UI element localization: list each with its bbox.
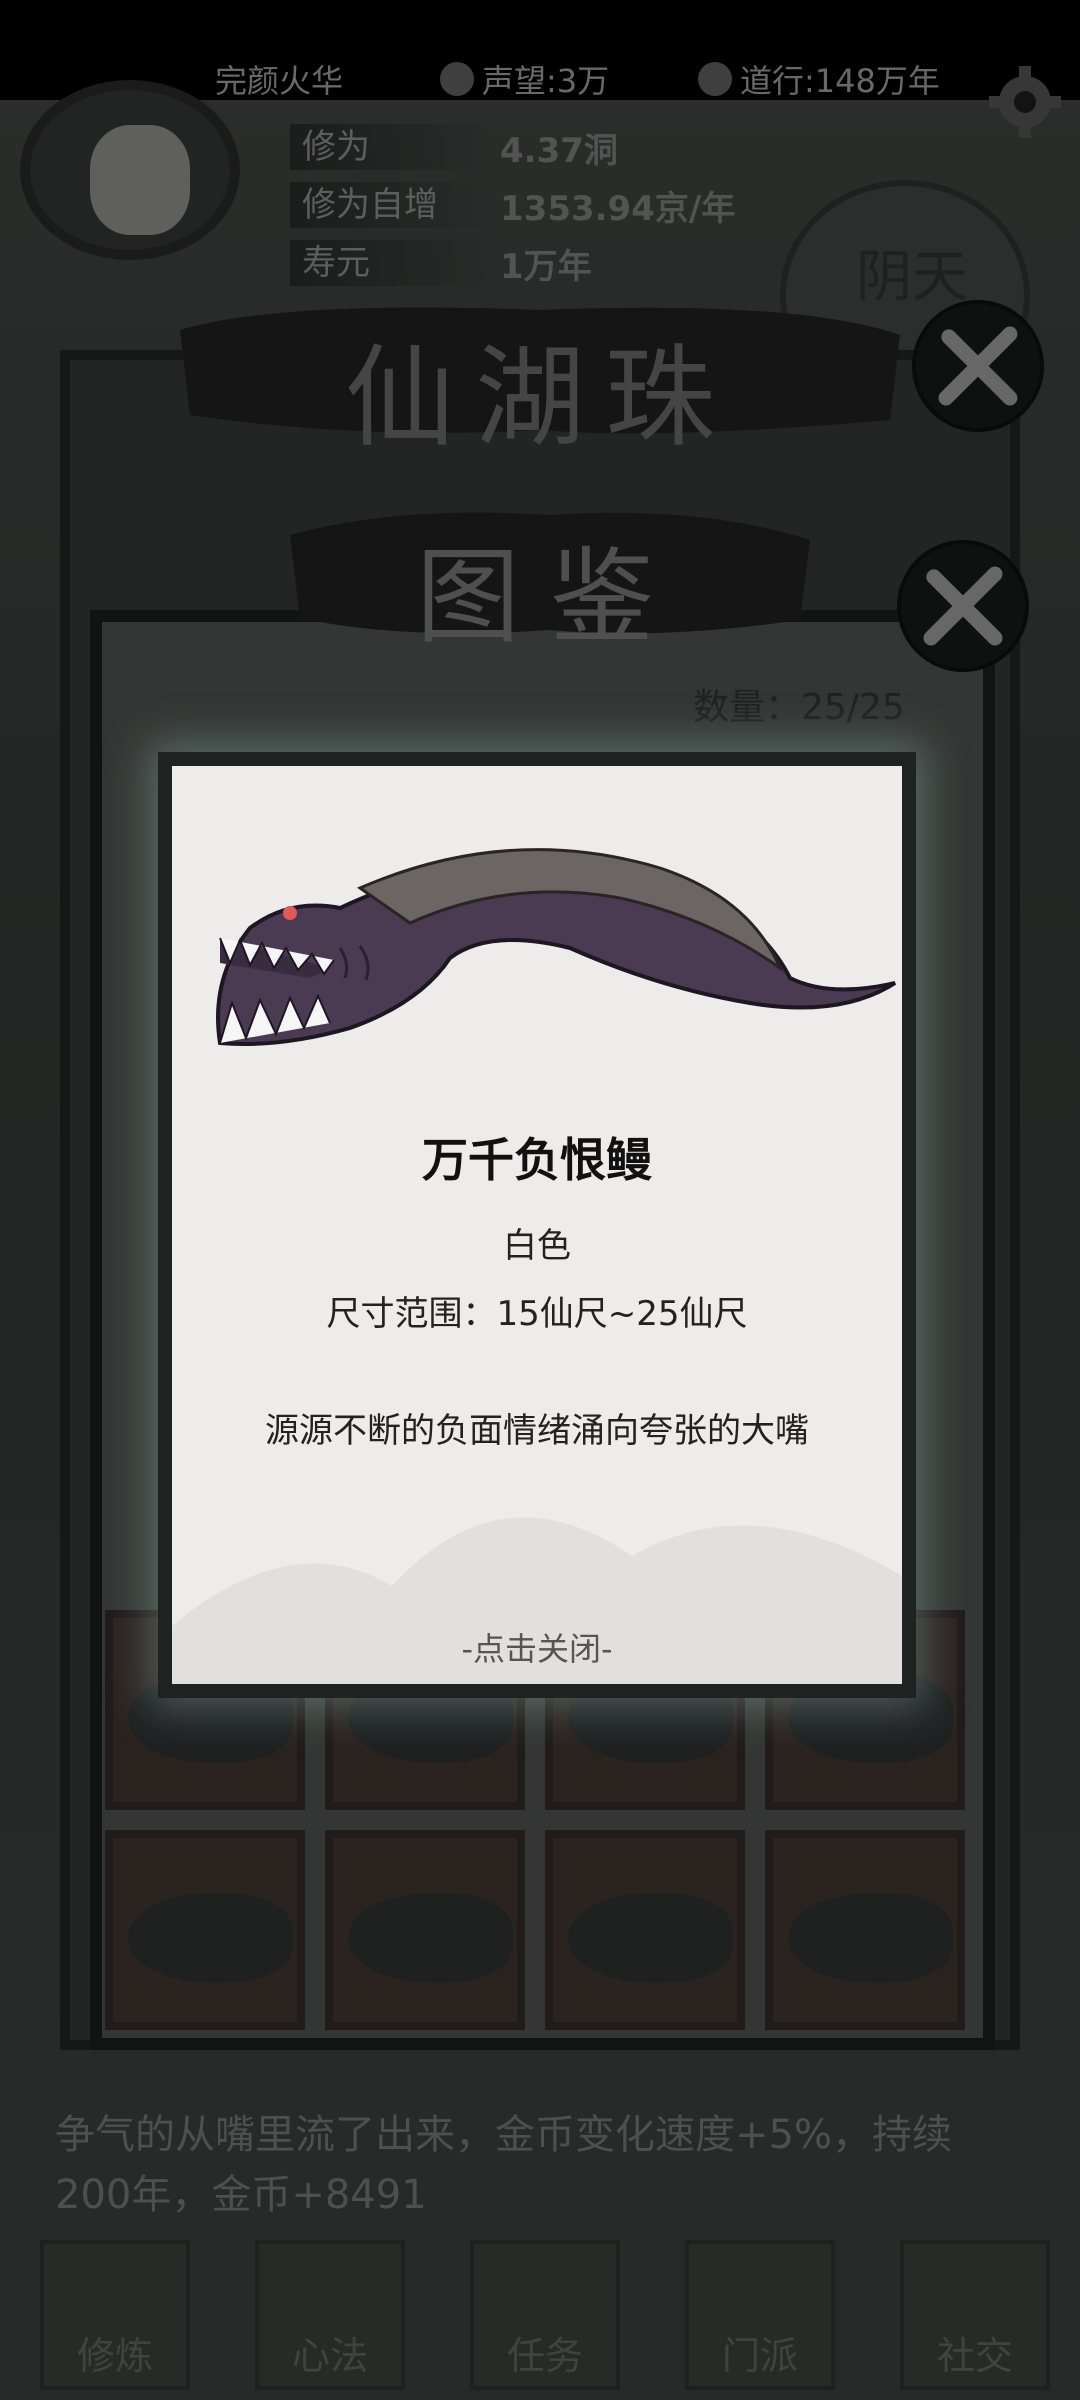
- fish-description: 源源不断的负面情绪涌向夸张的大嘴: [265, 1411, 809, 1451]
- tap-to-close-hint[interactable]: -点击关闭-: [172, 1624, 902, 1670]
- fish-detail-dialog[interactable]: 万千负恨鳗 白色 尺寸范围：15仙尺~25仙尺 源源不断的负面情绪涌向夸张的大嘴…: [158, 752, 916, 1698]
- fish-name: 万千负恨鳗: [422, 1133, 652, 1187]
- fish-size-range: 尺寸范围：15仙尺~25仙尺: [326, 1294, 748, 1334]
- fish-rarity-color: 白色: [503, 1226, 571, 1266]
- eel-image: [216, 848, 897, 1046]
